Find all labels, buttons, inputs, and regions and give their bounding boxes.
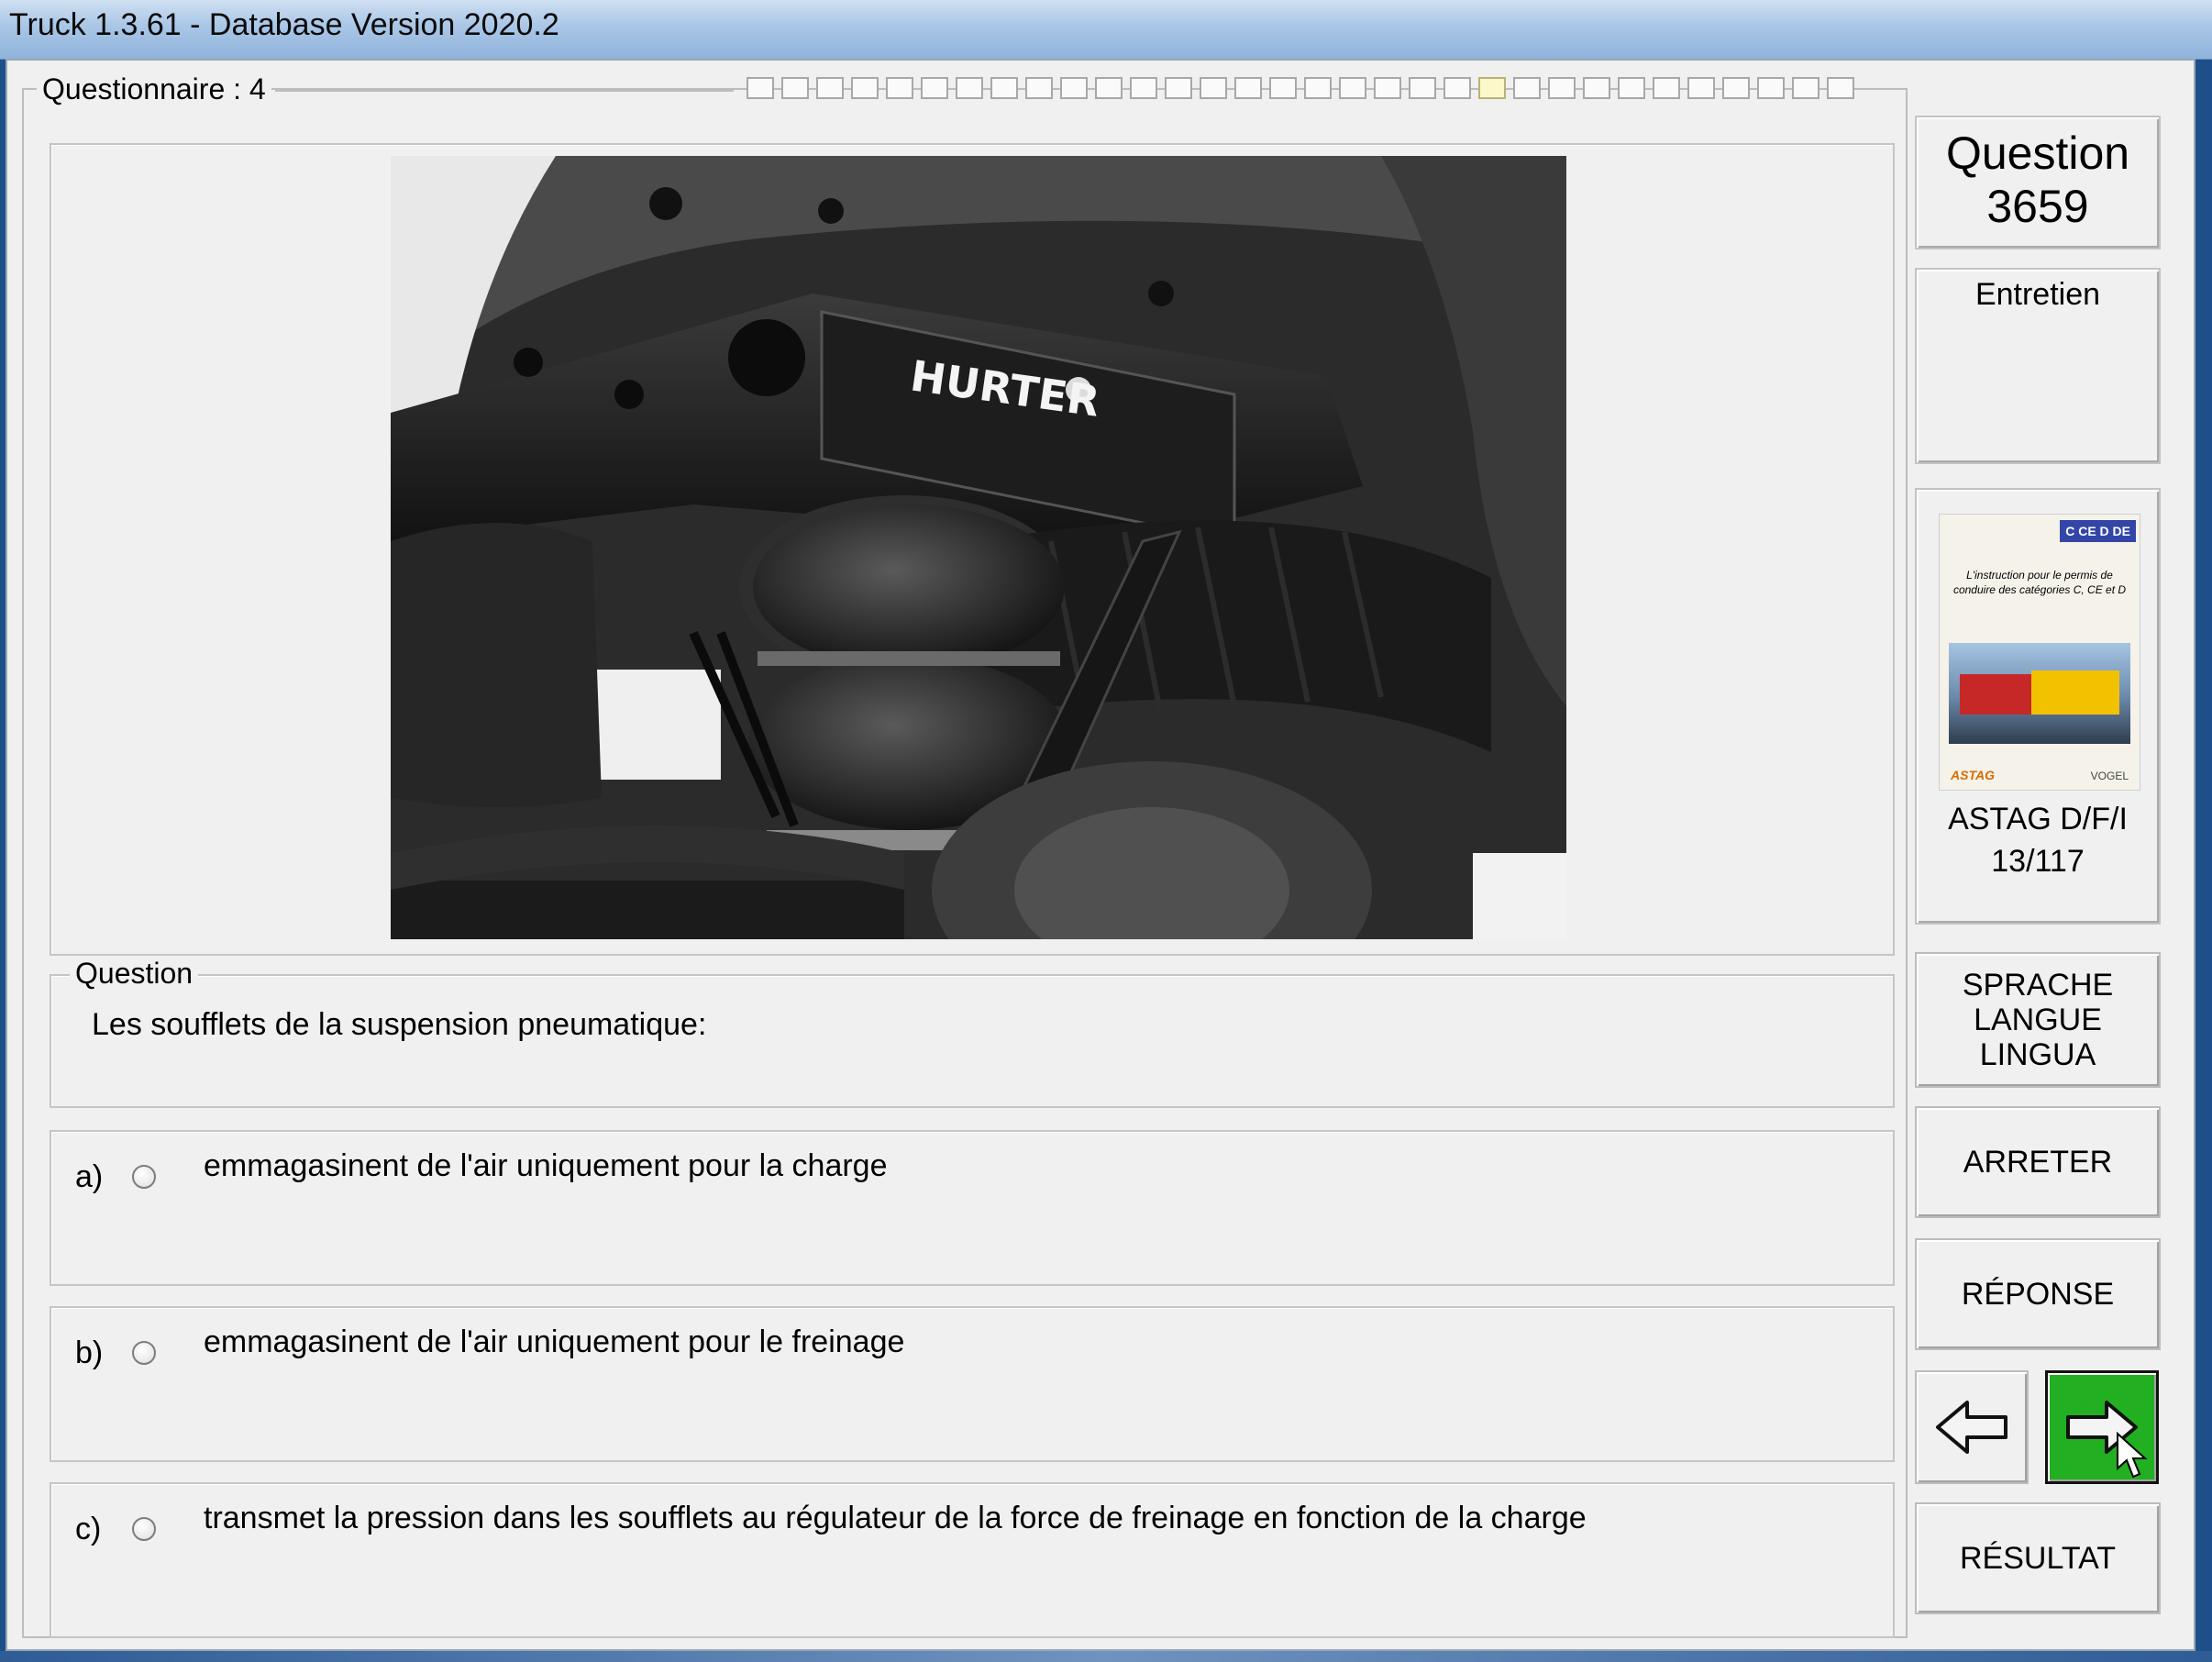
- book-photo: [1949, 643, 2130, 744]
- progress-tick: [781, 77, 809, 99]
- suspension-photo: HURTER: [391, 156, 1566, 939]
- source-box: C CE D DE L'instruction pour le permis d…: [1915, 488, 2161, 925]
- book-cover-image: C CE D DE L'instruction pour le permis d…: [1939, 514, 2140, 791]
- window-title: Truck 1.3.61 - Database Version 2020.2: [9, 7, 559, 42]
- progress-tick: [1060, 77, 1088, 99]
- progress-tick: [816, 77, 844, 99]
- language-button[interactable]: SPRACHE LANGUE LINGUA: [1915, 952, 2161, 1088]
- progress-tick: [1269, 77, 1297, 99]
- language-line2: LANGUE: [1974, 1003, 2102, 1037]
- answer-c-radio[interactable]: [132, 1517, 156, 1541]
- progress-tick: [1130, 77, 1157, 99]
- progress-tick-current: [1478, 77, 1506, 99]
- answer-a-radio[interactable]: [132, 1165, 156, 1189]
- question-legend: Question: [70, 958, 199, 989]
- question-panel: Question Les soufflets de la suspension …: [50, 958, 1895, 1108]
- stop-button[interactable]: ARRETER: [1915, 1106, 2161, 1218]
- progress-tick: [1792, 77, 1819, 99]
- progress-tick: [1339, 77, 1366, 99]
- progress-tick: [956, 77, 983, 99]
- answer-a-letter: a): [75, 1159, 104, 1194]
- progress-tick: [1722, 77, 1750, 99]
- questionnaire-group: Questionnaire : 4 HURTER Question Les so…: [22, 73, 1908, 1638]
- progress-tick: [851, 77, 879, 99]
- progress-tick: [1443, 77, 1471, 99]
- progress-tick: [1757, 77, 1785, 99]
- answer-button[interactable]: RÉPONSE: [1915, 1238, 2161, 1350]
- desktop-strip: [0, 1651, 2212, 1662]
- progress-tick: [1583, 77, 1610, 99]
- next-button[interactable]: [2045, 1370, 2159, 1484]
- answer-a-text[interactable]: emmagasinent de l'air uniquement pour la…: [204, 1148, 888, 1184]
- progress-tick: [1200, 77, 1227, 99]
- category-label: Entretien: [1974, 277, 2101, 312]
- previous-button[interactable]: [1915, 1370, 2029, 1484]
- progress-tick: [1513, 77, 1541, 99]
- progress-tick: [886, 77, 913, 99]
- language-line1: SPRACHE: [1962, 968, 2114, 1003]
- book-badge: C CE D DE: [2060, 520, 2136, 542]
- app-window: Questionnaire : 4 HURTER Question Les so…: [6, 59, 2195, 1651]
- title-bar: Truck 1.3.61 - Database Version 2020.2: [0, 0, 2212, 60]
- progress-tick: [747, 77, 774, 99]
- progress-tick: [1548, 77, 1576, 99]
- book-logo-right: VOGEL: [2090, 770, 2129, 782]
- progress-tick: [1409, 77, 1436, 99]
- progress-tick: [1095, 77, 1123, 99]
- answer-b-panel[interactable]: b) emmagasinent de l'air uniquement pour…: [50, 1306, 1895, 1462]
- question-label: Question: [1945, 127, 2130, 179]
- answer-b-radio[interactable]: [132, 1341, 156, 1365]
- source-line1: ASTAG D/F/I: [1948, 802, 2128, 837]
- question-number: 3659: [1986, 181, 2089, 232]
- book-logo-left: ASTAG: [1951, 768, 1995, 782]
- progress-tick: [1025, 77, 1053, 99]
- question-text: Les soufflets de la suspension pneumatiq…: [92, 1007, 707, 1042]
- result-button[interactable]: RÉSULTAT: [1915, 1502, 2161, 1614]
- progress-indicator: [747, 75, 2203, 101]
- progress-tick: [1304, 77, 1332, 99]
- progress-tick: [921, 77, 948, 99]
- progress-tick: [1165, 77, 1192, 99]
- book-text: L'instruction pour le permis de conduire…: [1952, 569, 2127, 596]
- source-line2: 13/117: [1991, 844, 2085, 879]
- questionnaire-label: Questionnaire : 4: [37, 73, 271, 105]
- progress-tick: [1374, 77, 1401, 99]
- answer-b-text[interactable]: emmagasinent de l'air uniquement pour le…: [204, 1324, 904, 1360]
- answer-c-panel[interactable]: c) transmet la pression dans les souffle…: [50, 1482, 1895, 1638]
- progress-tick: [990, 77, 1018, 99]
- answer-c-letter: c): [75, 1512, 102, 1546]
- legend-rule: [275, 90, 734, 92]
- progress-tick: [1827, 77, 1854, 99]
- answer-b-letter: b): [75, 1335, 104, 1370]
- image-panel: HURTER: [50, 143, 1895, 956]
- arrow-left-icon: [1936, 1401, 2007, 1454]
- category-box: Entretien: [1915, 268, 2161, 464]
- progress-tick: [1618, 77, 1645, 99]
- progress-tick: [1653, 77, 1680, 99]
- question-number-box: Question 3659: [1915, 116, 2161, 249]
- answer-a-panel[interactable]: a) emmagasinent de l'air uniquement pour…: [50, 1130, 1895, 1286]
- mouse-cursor-icon: [2117, 1432, 2148, 1479]
- answer-c-text[interactable]: transmet la pression dans les soufflets …: [204, 1501, 1587, 1536]
- progress-tick: [1687, 77, 1715, 99]
- language-line3: LINGUA: [1979, 1037, 2096, 1072]
- suspension-photo-graphic: HURTER: [391, 156, 1566, 939]
- progress-tick: [1234, 77, 1262, 99]
